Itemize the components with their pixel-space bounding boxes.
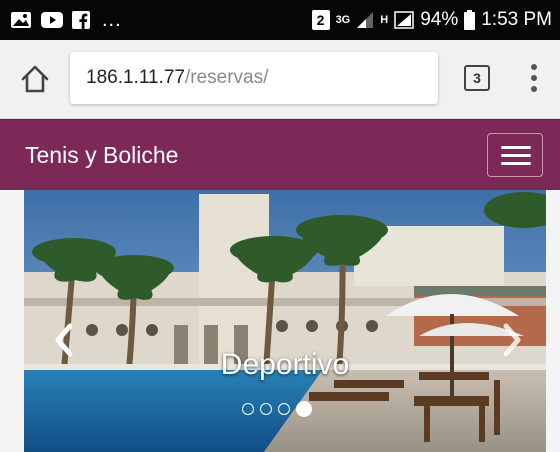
hamburger-icon[interactable] [487, 133, 543, 177]
clock: 1:53 PM [481, 9, 552, 30]
site-brand[interactable]: Tenis y Boliche [25, 120, 178, 190]
url-path: /reservas/ [184, 67, 269, 88]
signal-icon [356, 11, 374, 29]
network-h-label: H [380, 14, 389, 26]
status-bar: ... 2 3G H 94% 1:53 PM [0, 0, 560, 40]
signal-icon [394, 11, 414, 29]
carousel-indicator-dot[interactable] [260, 403, 272, 415]
carousel-indicator-dot[interactable] [278, 403, 290, 415]
carousel-indicator-dot[interactable] [296, 401, 312, 417]
sim-badge: 2 [311, 10, 330, 30]
site-navbar: Tenis y Boliche [0, 119, 560, 190]
youtube-icon [40, 11, 64, 29]
gallery-icon [10, 11, 32, 29]
address-bar[interactable]: 186.1.11.77/reservas/ [70, 52, 438, 104]
carousel-indicator-dot[interactable] [242, 403, 254, 415]
browser-toolbar: 186.1.11.77/reservas/ 3 [0, 40, 560, 119]
facebook-icon [72, 11, 90, 29]
tab-switcher-button[interactable]: 3 [464, 65, 490, 91]
network-3g-label: 3G [335, 14, 351, 26]
status-bar-left: ... [10, 0, 122, 40]
carousel-indicators [242, 401, 312, 417]
url-host: 186.1.11.77 [86, 67, 185, 88]
notifications-more: ... [102, 8, 122, 31]
carousel: Deportivo [24, 190, 546, 452]
home-icon[interactable] [18, 62, 52, 96]
status-bar-right: 2 3G H 94% 1:53 PM [311, 0, 552, 40]
carousel-caption: Deportivo [220, 348, 350, 381]
battery-icon [464, 10, 476, 30]
menu-dots-icon[interactable] [530, 64, 538, 94]
battery-percent: 94% [420, 9, 459, 30]
